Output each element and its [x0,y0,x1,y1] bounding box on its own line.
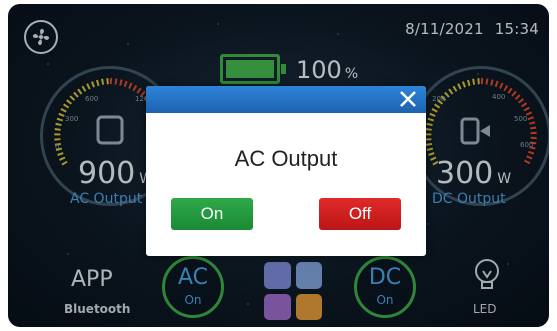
close-icon[interactable] [398,89,418,109]
dialog-title: AC Output [234,146,338,171]
off-button[interactable]: Off [319,198,401,230]
on-button[interactable]: On [171,198,253,230]
dialog-header [146,86,426,113]
ac-output-dialog: AC Output On Off [146,86,426,256]
